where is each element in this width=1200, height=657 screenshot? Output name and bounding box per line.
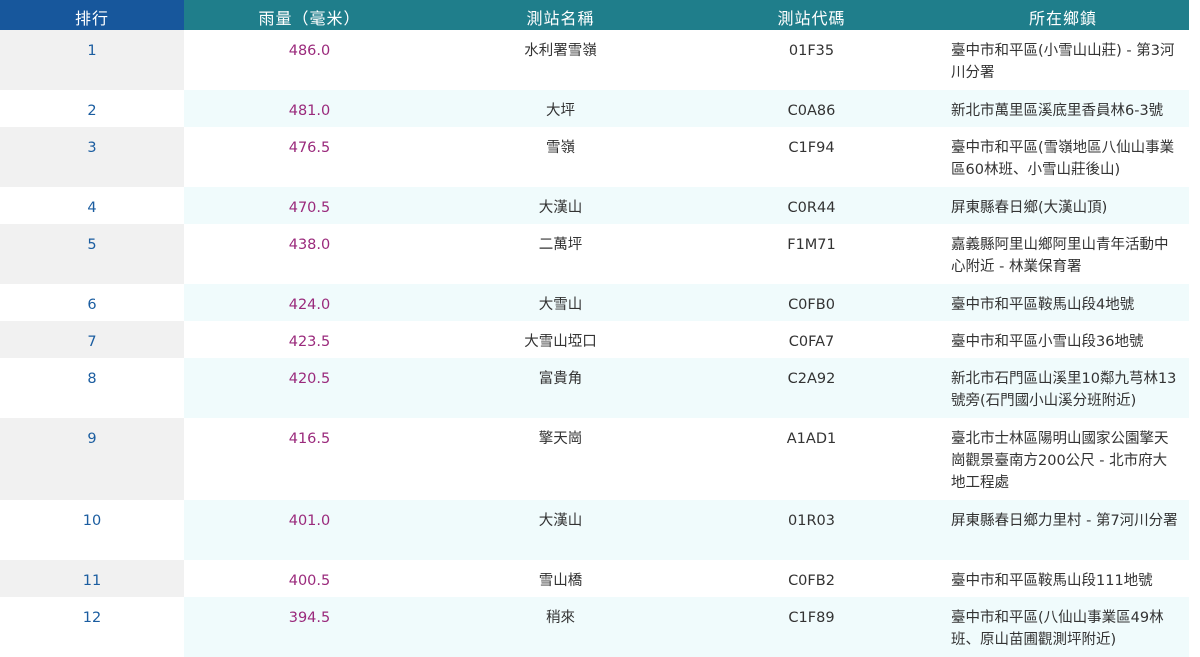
rank-cell: 6 (0, 284, 184, 321)
station-name-cell: 擎天崗 (538, 431, 583, 447)
station-code-cell: C0FB2 (788, 573, 835, 589)
table-row: 12 394.5 稍來 C1F89 臺中市和平區(八仙山事業區49林班、原山苗圃… (0, 597, 1189, 657)
rainfall-cell: 424.0 (184, 284, 435, 321)
table-row: 5 438.0 二萬坪 F1M71 嘉義縣阿里山鄉阿里山青年活動中心附近 - 林… (0, 224, 1189, 284)
location-cell: 臺中市和平區(雪嶺地區八仙山事業區60林班、小雪山莊後山) (951, 140, 1175, 178)
rank-cell: 1 (0, 30, 184, 90)
rank-cell: 12 (0, 597, 184, 657)
station-name-cell: 雪山橋 (538, 573, 583, 589)
rainfall-cell: 420.5 (184, 358, 435, 418)
station-name-cell: 大雪山 (435, 284, 686, 321)
station-code-cell: A1AD1 (786, 431, 837, 447)
rainfall-cell: 486.0 (288, 43, 331, 59)
location-cell: 嘉義縣阿里山鄉阿里山青年活動中心附近 - 林業保育署 (951, 237, 1169, 275)
location-cell: 屏東縣春日鄉力里村 - 第7河川分署 (937, 500, 1189, 560)
location-cell: 臺北市士林區陽明山國家公園擎天崗觀景臺南方200公尺 - 北市府大地工程處 (951, 431, 1169, 491)
station-name-cell: 雪嶺 (546, 140, 575, 156)
station-name-cell: 稍來 (435, 597, 686, 657)
location-cell: 臺中市和平區(小雪山山莊) - 第3河川分署 (951, 43, 1175, 81)
station-code-cell: F1M71 (787, 237, 836, 253)
rainfall-cell: 416.5 (288, 431, 331, 447)
station-code-cell: C1F89 (686, 597, 937, 657)
table-row: 6 424.0 大雪山 C0FB0 臺中市和平區鞍馬山段4地號 (0, 284, 1189, 321)
rank-cell: 2 (0, 90, 184, 127)
table-row: 10 401.0 大漢山 01R03 屏東縣春日鄉力里村 - 第7河川分署 (0, 500, 1189, 560)
rainfall-cell: 481.0 (184, 90, 435, 127)
rank-cell: 3 (0, 127, 184, 187)
location-cell: 新北市萬里區溪底里香員林6-3號 (937, 90, 1189, 127)
station-name-cell: 二萬坪 (538, 237, 583, 253)
station-code-cell: C0A86 (686, 90, 937, 127)
station-name-cell: 大漢山 (435, 500, 686, 560)
rainfall-ranking-table-container: 排行 雨量（毫米） 測站名稱 測站代碼 所在鄉鎮 1 486.0 水利署雪嶺 0… (0, 0, 1189, 657)
station-name-cell: 大漢山 (435, 187, 686, 224)
table-row: 11 400.5 雪山橋 C0FB2 臺中市和平區鞍馬山段111地號 (0, 560, 1189, 597)
table-header-row: 排行 雨量（毫米） 測站名稱 測站代碼 所在鄉鎮 (0, 0, 1189, 30)
rainfall-cell: 438.0 (288, 237, 331, 253)
table-row: 1 486.0 水利署雪嶺 01F35 臺中市和平區(小雪山山莊) - 第3河川… (0, 30, 1189, 90)
station-code-cell: 01F35 (788, 43, 835, 59)
location-cell: 臺中市和平區(八仙山事業區49林班、原山苗圃觀測坪附近) (937, 597, 1189, 657)
station-code-cell: C0FA7 (788, 334, 835, 350)
table-row: 7 423.5 大雪山埡口 C0FA7 臺中市和平區小雪山段36地號 (0, 321, 1189, 358)
rainfall-ranking-table: 排行 雨量（毫米） 測站名稱 測站代碼 所在鄉鎮 1 486.0 水利署雪嶺 0… (0, 0, 1189, 657)
station-name-cell: 大坪 (435, 90, 686, 127)
station-code-cell: 01R03 (686, 500, 937, 560)
rainfall-cell: 401.0 (184, 500, 435, 560)
header-rank[interactable]: 排行 (0, 0, 184, 30)
table-row: 4 470.5 大漢山 C0R44 屏東縣春日鄉(大漢山頂) (0, 187, 1189, 224)
rainfall-cell: 423.5 (288, 334, 331, 350)
table-row: 2 481.0 大坪 C0A86 新北市萬里區溪底里香員林6-3號 (0, 90, 1189, 127)
rainfall-cell: 476.5 (288, 140, 331, 156)
location-cell: 臺中市和平區小雪山段36地號 (951, 334, 1144, 350)
table-row: 8 420.5 富貴角 C2A92 新北市石門區山溪里10鄰九芎林13號旁(石門… (0, 358, 1189, 418)
header-location[interactable]: 所在鄉鎮 (937, 0, 1189, 30)
station-code-cell: C0R44 (686, 187, 937, 224)
header-station-name[interactable]: 測站名稱 (435, 0, 686, 30)
rainfall-cell: 400.5 (288, 573, 331, 589)
table-row: 9 416.5 擎天崗 A1AD1 臺北市士林區陽明山國家公園擎天崗觀景臺南方2… (0, 418, 1189, 500)
location-cell: 新北市石門區山溪里10鄰九芎林13號旁(石門國小山溪分班附近) (937, 358, 1189, 418)
station-code-cell: C0FB0 (686, 284, 937, 321)
station-name-cell: 富貴角 (435, 358, 686, 418)
location-cell: 臺中市和平區鞍馬山段111地號 (951, 573, 1153, 589)
rank-cell: 10 (0, 500, 184, 560)
location-cell: 屏東縣春日鄉(大漢山頂) (937, 187, 1189, 224)
station-name-cell: 大雪山埡口 (524, 334, 597, 350)
rainfall-cell: 470.5 (184, 187, 435, 224)
station-code-cell: C1F94 (788, 140, 835, 156)
rank-cell: 5 (0, 224, 184, 284)
rank-cell: 11 (0, 560, 184, 597)
rank-cell: 9 (0, 418, 184, 500)
rank-cell: 4 (0, 187, 184, 224)
station-code-cell: C2A92 (686, 358, 937, 418)
rank-cell: 7 (0, 321, 184, 358)
header-rainfall[interactable]: 雨量（毫米） (184, 0, 435, 30)
station-name-cell: 水利署雪嶺 (524, 43, 597, 59)
table-row: 3 476.5 雪嶺 C1F94 臺中市和平區(雪嶺地區八仙山事業區60林班、小… (0, 127, 1189, 187)
rank-cell: 8 (0, 358, 184, 418)
header-station-code[interactable]: 測站代碼 (686, 0, 937, 30)
rainfall-cell: 394.5 (184, 597, 435, 657)
location-cell: 臺中市和平區鞍馬山段4地號 (937, 284, 1189, 321)
